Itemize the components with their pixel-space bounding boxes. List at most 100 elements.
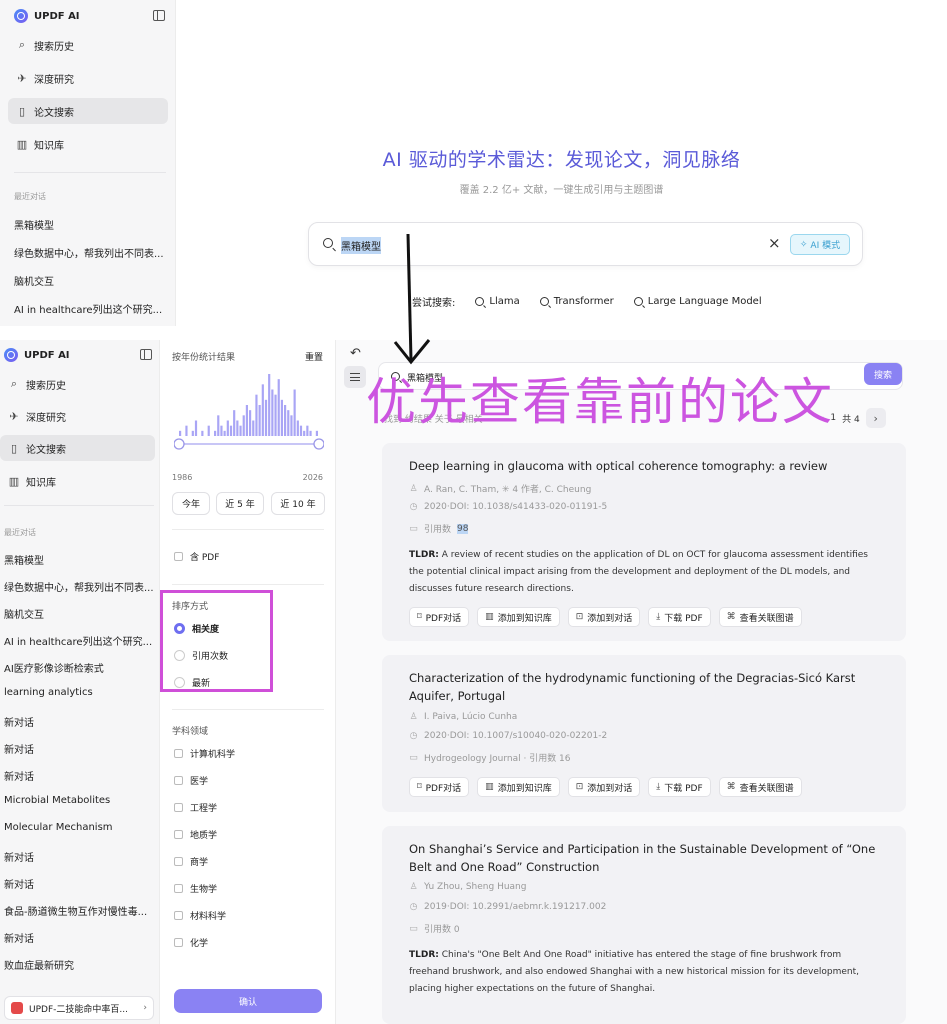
checkbox[interactable] xyxy=(174,749,183,758)
histogram-bar xyxy=(261,384,264,436)
brand[interactable]: UPDF AI xyxy=(14,9,80,23)
range-slider-handle-max[interactable] xyxy=(313,438,324,450)
try-chip-transformer[interactable]: Transformer xyxy=(539,296,614,307)
filter-toggle-button[interactable] xyxy=(344,366,366,388)
sidebar-item-label: 深度研究 xyxy=(34,74,74,86)
recent-item[interactable]: 脑机交互 xyxy=(4,606,156,621)
confirm-button[interactable]: 确认 xyxy=(174,989,322,1013)
recent-item[interactable]: 新对话 xyxy=(4,930,156,945)
sidebar-item-search-history[interactable]: ⌕ 搜索历史 xyxy=(0,371,155,397)
histogram-bar xyxy=(284,405,287,436)
checkbox[interactable] xyxy=(174,830,183,839)
recent-item[interactable]: 黑箱模型 xyxy=(4,552,156,567)
view-graph-button[interactable]: ⌘ 查看关联图谱 xyxy=(718,607,802,627)
sidebar-item-deep-research[interactable]: ✈ 深度研究 xyxy=(0,403,155,429)
histogram-bar xyxy=(280,399,283,436)
recent-item[interactable]: learning analytics xyxy=(4,687,156,698)
sidebar-collapse-icon[interactable] xyxy=(153,10,165,21)
telescope-icon: ✈ xyxy=(17,71,27,85)
recent-item[interactable]: 脑机交互 xyxy=(14,273,164,288)
search-button[interactable]: 搜索 xyxy=(864,363,902,385)
sidebar-collapse-icon[interactable] xyxy=(140,349,152,360)
recent-item[interactable]: 败血症最新研究 xyxy=(4,957,156,972)
filter-panel: 按年份统计结果 重置 1986 2026 今年 近 5 年 近 10 年 含 P… xyxy=(160,340,336,1024)
recent-item[interactable]: 新对话 xyxy=(4,849,156,864)
chat-icon: ⌑ xyxy=(417,612,422,622)
telescope-icon: ✈ xyxy=(9,409,19,423)
field-option[interactable]: 材料科学 xyxy=(174,909,226,922)
reset-button[interactable]: 重置 xyxy=(305,350,323,363)
sidebar-item-paper-search[interactable]: ▯ 论文搜索 xyxy=(0,435,155,461)
pdf-chat-button[interactable]: ⌑ PDF对话 xyxy=(409,777,470,797)
recent-item[interactable]: 绿色数据中心，帮我列出不同表... xyxy=(14,245,164,260)
checkbox[interactable] xyxy=(174,884,183,893)
tldr-label: TLDR: xyxy=(409,950,439,960)
search-box[interactable]: 黑箱模型 × ✧ AI 模式 xyxy=(308,222,863,266)
year-button-5y[interactable]: 近 5 年 xyxy=(216,492,264,515)
paper-title[interactable]: On Shanghai’s Service and Participation … xyxy=(409,840,879,876)
checkbox[interactable] xyxy=(174,938,183,947)
field-option[interactable]: 化学 xyxy=(174,936,208,949)
recent-item[interactable]: 黑箱模型 xyxy=(14,217,164,232)
paper-title[interactable]: Deep learning in glaucoma with optical c… xyxy=(409,457,879,475)
year-button-this-year[interactable]: 今年 xyxy=(172,492,210,515)
field-option[interactable]: 医学 xyxy=(174,774,208,787)
field-option-label: 商学 xyxy=(190,858,209,868)
recent-item[interactable]: AI医疗影像诊断检索式 xyxy=(4,660,156,675)
recent-item[interactable]: AI in healthcare列出这个研究... xyxy=(14,301,164,316)
account-chip[interactable]: UPDF-二技能命中率百... › xyxy=(4,996,154,1020)
range-slider-handle-min[interactable] xyxy=(174,438,185,450)
checkbox[interactable] xyxy=(174,803,183,812)
add-to-chat-button[interactable]: ⊡ 添加到对话 xyxy=(567,777,641,797)
sidebar-item-search-history[interactable]: ⌕ 搜索历史 xyxy=(8,32,168,58)
next-page-button[interactable]: › xyxy=(865,408,886,428)
view-graph-button[interactable]: ⌘ 查看关联图谱 xyxy=(718,777,802,797)
result-card[interactable]: Characterization of the hydrodynamic fun… xyxy=(382,655,906,812)
recent-item[interactable]: Molecular Mechanism xyxy=(4,822,156,833)
pdf-chat-button[interactable]: ⌑ PDF对话 xyxy=(409,607,470,627)
recent-item[interactable]: 食品-肠道微生物互作对慢性毒... xyxy=(4,903,156,918)
paper-title[interactable]: Characterization of the hydrodynamic fun… xyxy=(409,669,879,705)
sidebar-item-knowledge-base[interactable]: ▥ 知识库 xyxy=(0,468,155,494)
try-chip-llama[interactable]: Llama xyxy=(475,296,520,307)
result-card[interactable]: On Shanghai’s Service and Participation … xyxy=(382,826,906,1024)
checkbox[interactable] xyxy=(174,857,183,866)
pdf-filter[interactable]: 含 PDF xyxy=(174,550,219,563)
search-input[interactable]: 黑箱模型 xyxy=(341,237,381,254)
add-to-chat-button[interactable]: ⊡ 添加到对话 xyxy=(567,607,641,627)
result-card[interactable]: Deep learning in glaucoma with optical c… xyxy=(382,443,906,641)
sidebar-item-knowledge-base[interactable]: ▥ 知识库 xyxy=(8,131,168,157)
add-to-kb-button[interactable]: ▥ 添加到知识库 xyxy=(477,777,560,797)
histogram-bar xyxy=(264,399,268,436)
checkbox[interactable] xyxy=(174,552,183,561)
sidebar-item-deep-research[interactable]: ✈ 深度研究 xyxy=(8,65,168,91)
download-pdf-button[interactable]: ⤓ 下载 PDF xyxy=(648,777,711,797)
ai-mode-button[interactable]: ✧ AI 模式 xyxy=(790,234,850,255)
recent-item[interactable]: AI in healthcare列出这个研究... xyxy=(4,633,156,648)
field-option[interactable]: 工程学 xyxy=(174,801,217,814)
graph-icon: ⌘ xyxy=(726,612,736,622)
undo-icon[interactable]: ↶ xyxy=(350,346,361,361)
recent-item[interactable]: Microbial Metabolites xyxy=(4,795,156,806)
download-pdf-button[interactable]: ⤓ 下载 PDF xyxy=(648,607,711,627)
field-option[interactable]: 计算机科学 xyxy=(174,747,235,760)
action-label: 查看关联图谱 xyxy=(739,783,794,794)
checkbox[interactable] xyxy=(174,911,183,920)
year-button-10y[interactable]: 近 10 年 xyxy=(271,492,325,515)
paper-authors: ♙ A. Ran, C. Tham, ✳ 4 作者, C. Cheung xyxy=(409,482,591,496)
recent-item[interactable]: 新对话 xyxy=(4,714,156,729)
add-to-kb-button[interactable]: ▥ 添加到知识库 xyxy=(477,607,560,627)
field-option[interactable]: 地质学 xyxy=(174,828,217,841)
field-option[interactable]: 生物学 xyxy=(174,882,217,895)
sidebar-item-paper-search[interactable]: ▯ 论文搜索 xyxy=(8,98,168,124)
recent-item[interactable]: 新对话 xyxy=(4,741,156,756)
histogram-bar xyxy=(277,379,280,436)
recent-item[interactable]: 绿色数据中心，帮我列出不同表... xyxy=(4,579,156,594)
brand[interactable]: UPDF AI xyxy=(4,348,70,362)
field-option[interactable]: 商学 xyxy=(174,855,208,868)
checkbox[interactable] xyxy=(174,776,183,785)
recent-item[interactable]: 新对话 xyxy=(4,768,156,783)
clear-icon[interactable]: × xyxy=(768,234,781,252)
try-chip-llm[interactable]: Large Language Model xyxy=(633,296,762,307)
recent-item[interactable]: 新对话 xyxy=(4,876,156,891)
